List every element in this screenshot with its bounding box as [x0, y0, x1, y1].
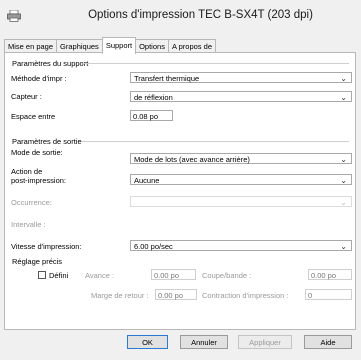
mode-select[interactable]: Mode de lots (avec avance arrière) ⌄	[130, 153, 352, 164]
chevron-down-icon: ⌄	[340, 74, 347, 83]
speed-value: 6.00 po/sec	[134, 242, 173, 251]
occurrence-select[interactable]: ⌄	[130, 196, 352, 207]
chevron-down-icon: ⌄	[340, 198, 347, 207]
cancel-button[interactable]: Annuler	[180, 335, 228, 349]
group-divider	[81, 141, 349, 142]
post-action-select[interactable]: Aucune ⌄	[130, 174, 352, 185]
marge-input[interactable]: 0.00 po	[155, 289, 197, 300]
interval-label: Intervalle :	[11, 220, 46, 229]
avance-input[interactable]: 0.00 po	[151, 269, 196, 280]
defini-checkbox[interactable]	[38, 271, 46, 279]
method-select[interactable]: Transfert thermique ⌄	[130, 72, 352, 83]
tab-options[interactable]: Options	[135, 39, 169, 53]
apply-button[interactable]: Appliquer	[238, 335, 292, 349]
tab-support[interactable]: Support	[101, 37, 137, 54]
tab-a-propos[interactable]: A propos de	[167, 39, 216, 53]
speed-label: Vitesse d'impression:	[11, 242, 82, 251]
avance-label: Avance :	[85, 271, 115, 280]
chevron-down-icon: ⌄	[340, 155, 347, 164]
chevron-down-icon: ⌄	[340, 93, 347, 102]
tab-bar: Mise en page Graphiques Support Options …	[4, 37, 216, 54]
title-bar: Options d'impression TEC B-SX4T (203 dpi…	[0, 0, 361, 33]
printer-icon	[7, 10, 21, 22]
group-title-output: Paramètres de sortie	[12, 137, 82, 146]
method-value: Transfert thermique	[134, 74, 200, 83]
chevron-down-icon: ⌄	[340, 176, 347, 185]
mode-label: Mode de sortie:	[11, 148, 63, 157]
gap-label: Espace entre	[11, 112, 56, 121]
help-button[interactable]: Aide	[304, 335, 352, 349]
coupe-label: Coupe/bande :	[202, 271, 252, 280]
post-label-line2: post-impression:	[11, 176, 67, 185]
group-divider	[83, 63, 349, 64]
mode-value: Mode de lots (avec avance arrière)	[134, 155, 250, 164]
sensor-value: de réflexion	[134, 93, 173, 102]
sensor-label: Capteur :	[11, 92, 42, 101]
window-title: Options d'impression TEC B-SX4T (203 dpi…	[88, 9, 313, 21]
group-title-support: Paramètres du support	[12, 59, 89, 68]
tab-mise-en-page[interactable]: Mise en page	[4, 39, 58, 53]
contraction-label: Contraction d'impression :	[202, 291, 289, 300]
tab-panel-support: Paramètres du support Méthode d'impr : T…	[4, 52, 356, 330]
group-title-fine: Réglage précis	[12, 257, 63, 266]
occurrence-label: Occurrence:	[11, 198, 52, 207]
post-label-line1: Action de	[11, 167, 43, 176]
tab-graphiques[interactable]: Graphiques	[56, 39, 103, 53]
coupe-input[interactable]: 0.00 po	[308, 269, 352, 280]
contraction-input[interactable]: 0	[305, 289, 352, 300]
ok-button[interactable]: OK	[127, 335, 168, 349]
post-action-value: Aucune	[134, 176, 160, 185]
gap-input[interactable]: 0.08 po	[130, 110, 173, 121]
method-label: Méthode d'impr :	[11, 74, 67, 83]
speed-select[interactable]: 6.00 po/sec ⌄	[130, 240, 352, 251]
chevron-down-icon: ⌄	[340, 242, 347, 251]
defini-label: Défini	[49, 271, 69, 280]
sensor-select[interactable]: de réflexion ⌄	[130, 91, 352, 102]
marge-label: Marge de retour :	[91, 291, 149, 300]
